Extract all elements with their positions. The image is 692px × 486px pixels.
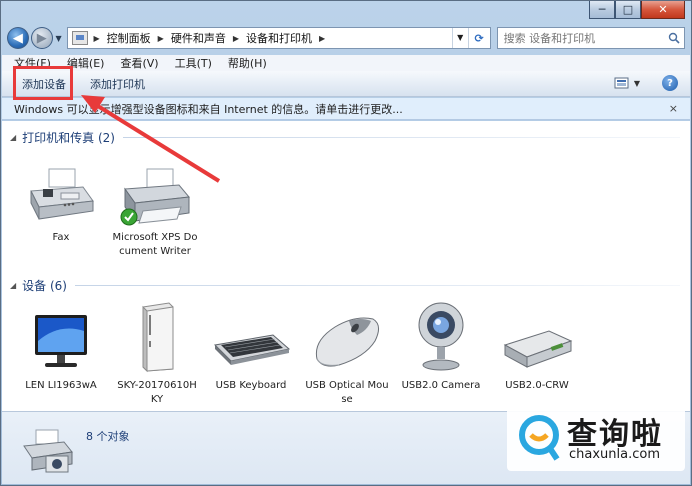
magnifier-logo-icon bbox=[519, 415, 560, 461]
watermark-url: chaxunla.com bbox=[569, 447, 660, 462]
devices-and-printers-window: ─ □ ✕ ◀ ▶ ▼ ▶ 控制面板 ▶ 硬件和声音 ▶ 设备和打印机 ▶ ▼ … bbox=[0, 0, 692, 486]
watermark-logo: 查询啦 chaxunla.com bbox=[507, 403, 685, 471]
